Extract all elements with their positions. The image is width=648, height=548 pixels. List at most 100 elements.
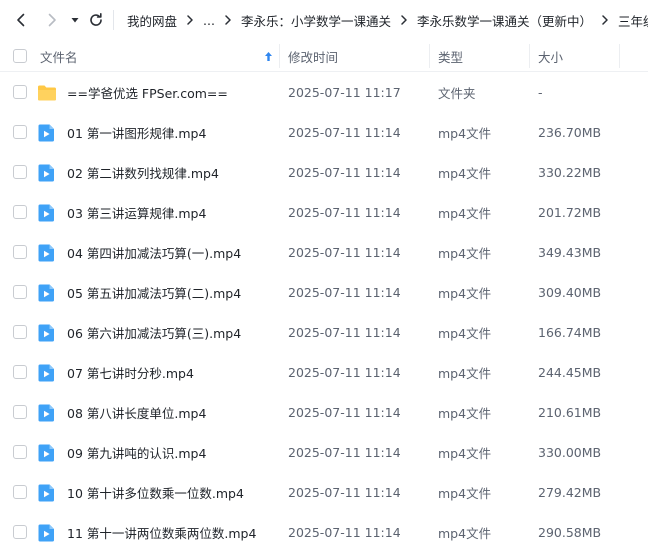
refresh-icon xyxy=(90,13,102,26)
toolbar: 我的网盘 ... 李永乐：小学数学一课通关 李永乐数学一课通关（更新中） 三年级 xyxy=(0,0,648,40)
file-name[interactable]: 02 第二讲数列找规律.mp4 xyxy=(67,152,219,192)
file-name[interactable]: 10 第十讲多位数乘一位数.mp4 xyxy=(67,472,244,512)
row-checkbox[interactable] xyxy=(13,165,27,179)
table-row[interactable]: 04 第四讲加减法巧算(一).mp4 2025-07-11 11:14 mp4文件 3… xyxy=(0,232,648,272)
breadcrumb-item-current[interactable]: 三年级 xyxy=(618,11,648,30)
file-modified: 2025-07-11 11:14 xyxy=(288,324,401,340)
sort-up-arrow-icon xyxy=(265,51,272,61)
forward-button[interactable] xyxy=(40,8,64,32)
column-header-modified[interactable]: 修改时间 xyxy=(288,40,338,72)
table-row[interactable]: 02 第二讲数列找规律.mp4 2025-07-11 11:14 mp4文件 330.… xyxy=(0,152,648,192)
breadcrumb: 我的网盘 ... 李永乐：小学数学一课通关 李永乐数学一课通关（更新中） 三年级 xyxy=(127,0,648,40)
row-checkbox[interactable] xyxy=(13,445,27,459)
table-row[interactable]: 08 第八讲长度单位.mp4 2025-07-11 11:14 mp4文件 210.6… xyxy=(0,392,648,432)
file-name[interactable]: 04 第四讲加减法巧算(一).mp4 xyxy=(67,232,241,272)
file-modified: 2025-07-11 11:14 xyxy=(288,164,401,180)
row-checkbox[interactable] xyxy=(13,325,27,339)
file-size: 279.42MB xyxy=(538,484,602,500)
row-checkbox[interactable] xyxy=(13,405,27,419)
file-size: 236.70MB xyxy=(538,124,602,140)
breadcrumb-separator-icon xyxy=(601,15,609,25)
file-modified: 2025-07-11 11:14 xyxy=(288,284,401,300)
file-size: 244.45MB xyxy=(538,364,602,380)
table-row[interactable]: ==学爸优选 FPSer.com== 2025-07-11 11:17 文件夹 - xyxy=(0,72,648,112)
video-file-icon xyxy=(38,124,54,142)
file-type: mp4文件 xyxy=(438,205,492,221)
file-size: 166.74MB xyxy=(538,324,602,340)
file-size: 330.22MB xyxy=(538,164,602,180)
video-file-icon xyxy=(38,204,54,222)
chevron-left-icon xyxy=(17,13,25,27)
file-type: mp4文件 xyxy=(438,405,492,421)
table-row[interactable]: 06 第六讲加减法巧算(三).mp4 2025-07-11 11:14 mp4文件 1… xyxy=(0,312,648,352)
file-name[interactable]: 06 第六讲加减法巧算(三).mp4 xyxy=(67,312,241,352)
file-name[interactable]: 03 第三讲运算规律.mp4 xyxy=(67,192,206,232)
file-modified: 2025-07-11 11:14 xyxy=(288,124,401,140)
column-divider[interactable] xyxy=(529,44,530,68)
table-row[interactable]: 09 第九讲吨的认识.mp4 2025-07-11 11:14 mp4文件 330.0… xyxy=(0,432,648,472)
breadcrumb-item-course[interactable]: 李永乐：小学数学一课通关 xyxy=(241,11,391,30)
file-name[interactable]: 08 第八讲长度单位.mp4 xyxy=(67,392,206,432)
table-row[interactable]: 11 第十一讲两位数乘两位数.mp4 2025-07-11 11:14 mp4文件 2… xyxy=(0,512,648,548)
breadcrumb-item-series[interactable]: 李永乐数学一课通关（更新中） xyxy=(417,11,592,30)
file-type: mp4文件 xyxy=(438,365,492,381)
file-modified: 2025-07-11 11:14 xyxy=(288,444,401,460)
column-divider[interactable] xyxy=(429,44,430,68)
row-checkbox[interactable] xyxy=(13,285,27,299)
file-name[interactable]: ==学爸优选 FPSer.com== xyxy=(67,72,228,112)
file-type: mp4文件 xyxy=(438,525,492,541)
breadcrumb-separator-icon xyxy=(224,15,232,25)
table-row[interactable]: 03 第三讲运算规律.mp4 2025-07-11 11:14 mp4文件 201.7… xyxy=(0,192,648,232)
breadcrumb-item-ellipsis[interactable]: ... xyxy=(203,13,215,28)
column-header-type[interactable]: 类型 xyxy=(438,40,463,72)
select-all-checkbox[interactable] xyxy=(13,49,27,63)
row-checkbox[interactable] xyxy=(13,525,27,539)
file-name[interactable]: 11 第十一讲两位数乘两位数.mp4 xyxy=(67,512,256,548)
file-type: mp4文件 xyxy=(438,165,492,181)
video-file-icon xyxy=(38,444,54,462)
file-modified: 2025-07-11 11:14 xyxy=(288,404,401,420)
file-type: mp4文件 xyxy=(438,445,492,461)
row-checkbox[interactable] xyxy=(13,485,27,499)
column-header-size[interactable]: 大小 xyxy=(538,40,563,72)
caret-down-icon xyxy=(71,18,79,23)
file-name[interactable]: 09 第九讲吨的认识.mp4 xyxy=(67,432,206,472)
table-header: 文件名 修改时间 类型 大小 xyxy=(0,40,648,72)
column-divider[interactable] xyxy=(619,44,620,68)
file-name[interactable]: 07 第七讲时分秒.mp4 xyxy=(67,352,194,392)
video-file-icon xyxy=(38,284,54,302)
row-checkbox[interactable] xyxy=(13,205,27,219)
file-modified: 2025-07-11 11:14 xyxy=(288,204,401,220)
file-modified: 2025-07-11 11:14 xyxy=(288,244,401,260)
back-button[interactable] xyxy=(9,8,33,32)
sort-button[interactable] xyxy=(264,40,273,72)
video-file-icon xyxy=(38,404,54,422)
row-checkbox[interactable] xyxy=(13,245,27,259)
table-row[interactable]: 10 第十讲多位数乘一位数.mp4 2025-07-11 11:14 mp4文件 27… xyxy=(0,472,648,512)
row-checkbox[interactable] xyxy=(13,365,27,379)
row-checkbox[interactable] xyxy=(13,125,27,139)
file-modified: 2025-07-11 11:14 xyxy=(288,364,401,380)
table-row[interactable]: 01 第一讲图形规律.mp4 2025-07-11 11:14 mp4文件 236.7… xyxy=(0,112,648,152)
breadcrumb-separator-icon xyxy=(186,15,194,25)
column-header-name[interactable]: 文件名 xyxy=(40,40,78,72)
table-row[interactable]: 07 第七讲时分秒.mp4 2025-07-11 11:14 mp4文件 244.45… xyxy=(0,352,648,392)
video-file-icon xyxy=(38,484,54,502)
file-name[interactable]: 05 第五讲加减法巧算(二).mp4 xyxy=(67,272,241,312)
file-type: mp4文件 xyxy=(438,325,492,341)
file-name[interactable]: 01 第一讲图形规律.mp4 xyxy=(67,112,206,152)
folder-icon xyxy=(38,85,56,101)
file-size: 201.72MB xyxy=(538,204,602,220)
video-file-icon xyxy=(38,524,54,542)
toolbar-divider xyxy=(113,10,114,30)
file-modified: 2025-07-11 11:17 xyxy=(288,84,401,100)
file-size: - xyxy=(538,84,543,100)
table-row[interactable]: 05 第五讲加减法巧算(二).mp4 2025-07-11 11:14 mp4文件 3… xyxy=(0,272,648,312)
refresh-button[interactable] xyxy=(84,8,108,32)
file-size: 330.00MB xyxy=(538,444,602,460)
file-type: 文件夹 xyxy=(438,85,476,101)
column-divider[interactable] xyxy=(279,44,280,68)
row-checkbox[interactable] xyxy=(13,85,27,99)
file-type: mp4文件 xyxy=(438,245,492,261)
breadcrumb-item-root[interactable]: 我的网盘 xyxy=(127,11,177,30)
